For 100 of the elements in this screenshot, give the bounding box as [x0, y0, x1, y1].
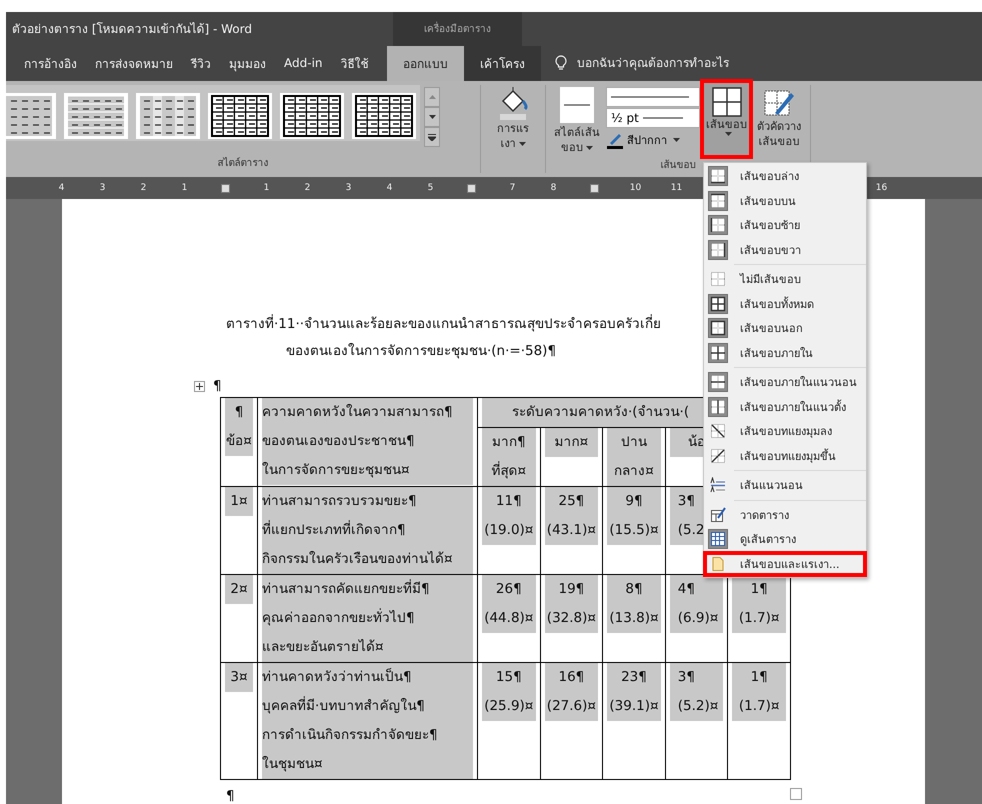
shading-button[interactable]: การแร เงา	[481, 85, 545, 154]
table-cell: คุณค่าออกจากขยะทั่วไป¶	[262, 604, 473, 633]
borders-icon	[712, 87, 742, 118]
table-cell: (1.7)¤	[732, 692, 786, 721]
caret-icon	[724, 132, 732, 136]
paint-bucket-icon	[497, 87, 529, 122]
table-cell: 9¶	[607, 487, 661, 516]
table-style-thumbnail[interactable]	[280, 93, 344, 140]
table-header: ของตนเองของประชาชน¶	[262, 427, 473, 456]
table-caption: ตารางที่·11··จำนวนและร้อยละของแกนนำสาธารณสุขประจำครอบครัวเกี่ย	[226, 313, 662, 334]
menu-item[interactable]: เส้นขอบล่าง	[704, 164, 866, 188]
ribbon-tab[interactable]: รีวิว	[183, 46, 219, 82]
table-style-thumbnail[interactable]	[6, 93, 56, 140]
ruler-marker[interactable]	[221, 184, 230, 193]
menu-item[interactable]: เส้นขอบภายในแนวนอน	[704, 370, 866, 394]
table-cell: 16¶	[544, 663, 598, 692]
ruler-number: 11	[670, 183, 682, 194]
table-cell: (5.2)¤	[670, 692, 724, 721]
table-cell: (44.8)¤	[482, 604, 536, 633]
border-option-icon	[710, 448, 726, 464]
table-cell: การดำเนินกิจกรรมกำจัดขยะ¶	[262, 721, 473, 750]
ribbon-tab[interactable]: เค้าโครง	[464, 46, 541, 82]
table-cell: ท่านสามารถคัดแยกขยะที่มี¶	[262, 575, 473, 604]
menu-item[interactable]: เส้นขอบบน	[704, 188, 866, 213]
table-cell: (13.8)¤	[607, 604, 661, 633]
table-caption: ของตนเองในการจัดการขยะชุมชน·(n·=·58)¶	[286, 342, 556, 361]
ruler-number: 5	[428, 183, 434, 194]
ruler-number: 2	[140, 183, 146, 194]
table-cell: (39.1)¤	[607, 692, 661, 721]
table-cell: ท่านสามารถรวบรวมขยะ¶	[262, 487, 473, 516]
ribbon-tab[interactable]: การส่งจดหมาย	[87, 46, 181, 82]
line-weight-dropdown[interactable]: ½ pt	[606, 108, 700, 128]
menu-item[interactable]: เส้นขอบซ้าย	[704, 213, 866, 238]
table-cell: 3¤	[225, 663, 253, 692]
table-header: มาก¤	[544, 428, 598, 457]
table-cell: (27.6)¤	[544, 692, 598, 721]
group-label: สไตล์ตาราง	[218, 156, 268, 172]
table-cell: (19.0)¤	[482, 516, 536, 545]
table-cell: (6.9)¤	[670, 604, 724, 633]
border-option-icon	[710, 168, 726, 184]
border-option-icon	[710, 374, 726, 390]
ribbon-tab[interactable]: วิธีใช้	[332, 46, 377, 82]
borders-button[interactable]: เส้นขอบ	[702, 81, 751, 158]
table-cell: 19¶	[544, 575, 598, 604]
move-handle-icon[interactable]	[194, 380, 205, 392]
ruler-marker[interactable]	[590, 184, 599, 193]
border-option-icon	[710, 344, 726, 361]
table-style-thumbnail[interactable]	[352, 93, 416, 140]
table-cell: บุคคลที่มี·บทบาทสำคัญใน¶	[262, 692, 473, 721]
ruler-number: 1	[264, 183, 270, 194]
ruler-number: 10	[630, 183, 642, 194]
menu-item[interactable]: เส้นขอบและแรเงา...	[704, 552, 866, 576]
pen-color-button[interactable]: สีปากกา	[606, 129, 700, 152]
paragraph-mark: ¶	[225, 788, 235, 804]
ribbon-tab[interactable]: ออกแบบ	[387, 46, 464, 82]
menu-item[interactable]: เส้นขอบภายใน	[704, 340, 866, 365]
border-styles-button[interactable]: สไตล์เส้น ขอบ	[550, 85, 604, 158]
table-cell: ที่แยกประเภทที่เกิดจาก¶	[262, 516, 473, 545]
border-option-icon	[710, 271, 726, 288]
ruler-marker[interactable]	[467, 184, 476, 193]
border-option-icon	[710, 217, 726, 234]
table-cell: (1.7)¤	[732, 604, 786, 633]
table-style-thumbnail[interactable]	[136, 93, 200, 140]
menu-item[interactable]: ไม่มีเส้นขอบ	[704, 267, 866, 292]
border-option-icon	[710, 320, 726, 336]
table-cell: (15.5)¤	[607, 516, 661, 545]
ribbon-tab[interactable]: การอ้างอิง	[16, 46, 85, 82]
context-tab-label: เครื่องมือตาราง	[393, 12, 522, 46]
more-icon[interactable]	[424, 127, 440, 148]
ribbon-tab[interactable]: มุมมอง	[221, 46, 274, 82]
table-header: ในการจัดการขยะชุมชน¤	[262, 456, 473, 485]
ruler-number: 3	[346, 183, 352, 194]
table-cell: 2¤	[225, 575, 253, 604]
border-option-icon	[710, 242, 726, 258]
line-style-dropdown[interactable]	[606, 87, 700, 108]
border-painter-button[interactable]: ตัวคัดวาง เส้นขอบ	[753, 85, 805, 152]
menu-item[interactable]: เส้นขอบขวา	[704, 238, 866, 262]
table-cell: (32.8)¤	[544, 604, 598, 633]
table-header: มาก¶	[482, 428, 536, 457]
table-style-thumbnail[interactable]	[208, 93, 272, 140]
scroll-down-icon[interactable]	[424, 107, 440, 128]
ruler-number: 4	[386, 183, 392, 194]
ruler-number: 7	[510, 183, 516, 194]
menu-item[interactable]: เส้นขอบนอก	[704, 316, 866, 340]
table-cell: 25¶	[544, 487, 598, 516]
tell-me-field[interactable]: บอกฉันว่าคุณต้องการทำอะไร	[575, 55, 829, 72]
resize-handle[interactable]	[790, 788, 802, 800]
ribbon-tab[interactable]: Add-in	[276, 46, 331, 82]
table-cell: 1¶	[732, 575, 786, 604]
table-header: ¶	[225, 398, 253, 427]
border-option-icon	[710, 556, 726, 572]
table-style-thumbnail[interactable]	[64, 93, 128, 140]
border-option-icon	[710, 531, 726, 548]
table-cell: (43.1)¤	[544, 516, 598, 545]
ruler-number: 16	[876, 183, 888, 194]
border-option-icon	[710, 506, 726, 523]
menu-item[interactable]: เส้นขอบทั้งหมด	[704, 292, 866, 316]
ruler-number: 2	[304, 183, 310, 194]
table-cell: 26¶	[482, 575, 536, 604]
table-header: ข้อ¤	[225, 427, 253, 456]
